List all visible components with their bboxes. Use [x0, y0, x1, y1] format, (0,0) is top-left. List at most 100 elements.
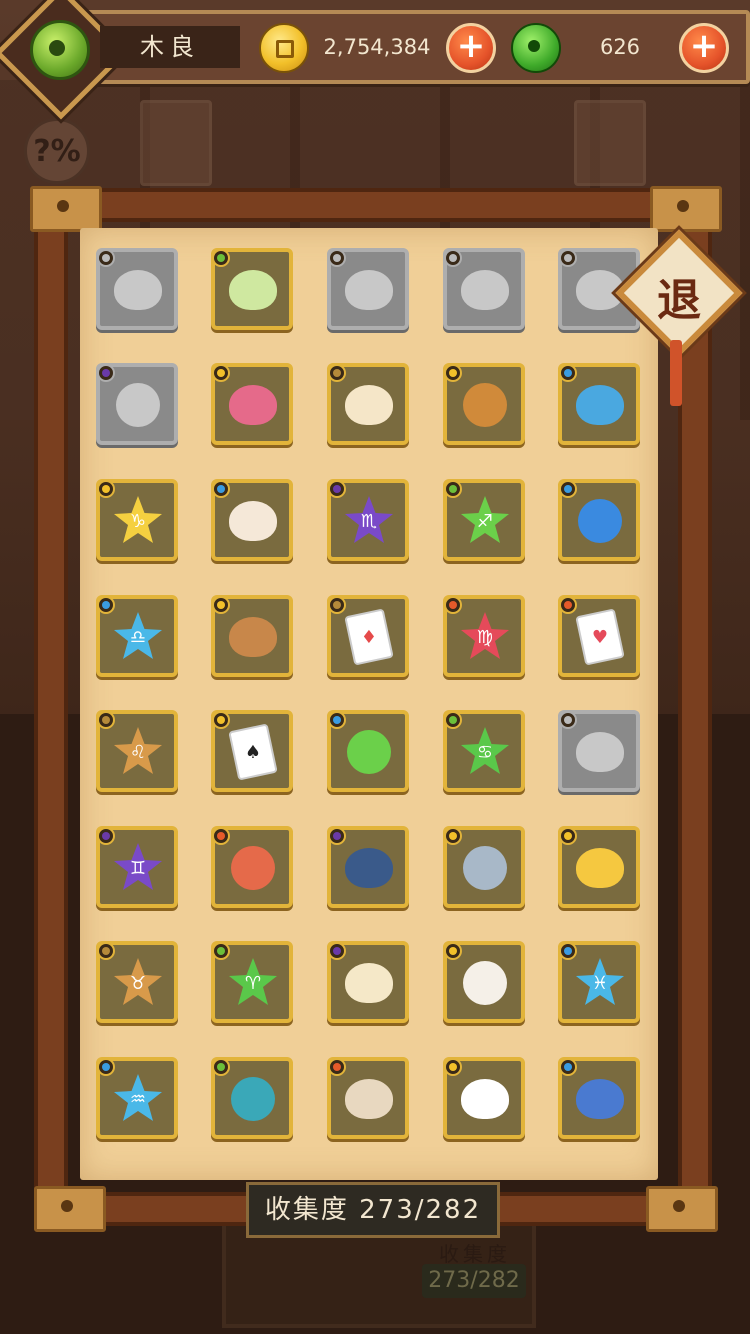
virgo-star-glyph: ♍: [476, 626, 494, 648]
collection-item-horn-spirit[interactable]: [443, 248, 525, 330]
capricorn-star-icon: ♑: [113, 496, 163, 546]
frame-corner-top-left: [30, 186, 102, 232]
collection-item-cookie-sign[interactable]: [443, 363, 525, 445]
collection-item-aquarius-star[interactable]: ♒: [96, 1057, 178, 1139]
shell-pearl-icon: [344, 1074, 394, 1124]
collection-item-virgo-star[interactable]: ♍: [443, 595, 525, 677]
dark-element-icon: [328, 827, 346, 845]
collection-item-capricorn-star[interactable]: ♑: [96, 479, 178, 561]
tofu-block-icon: [344, 958, 394, 1008]
metal-element-icon: [559, 827, 577, 845]
gold-ingot-icon: [575, 843, 625, 893]
collection-item-leo-star[interactable]: ♌: [96, 710, 178, 792]
neutral-element-icon: [328, 249, 346, 267]
jade-count: 626: [599, 35, 641, 59]
collection-item-cancer-star[interactable]: ♋: [443, 710, 525, 792]
collection-item-stone-mask[interactable]: [96, 363, 178, 445]
water-element-icon: [97, 596, 115, 614]
gemini-star-icon: ♊: [113, 843, 163, 893]
scholar-boy-icon: [344, 843, 394, 893]
collection-item-heart-card[interactable]: ♥: [558, 595, 640, 677]
astronaut-kid-icon: [460, 843, 510, 893]
collection-item-diamond-card[interactable]: ♦: [327, 595, 409, 677]
collection-item-cow-cat[interactable]: [327, 363, 409, 445]
cow-cat-icon: [344, 380, 394, 430]
libra-star-glyph: ♎: [129, 626, 147, 648]
sagittarius-star-glyph: ♐: [476, 510, 494, 532]
rose-flower-icon: [228, 380, 278, 430]
collection-item-rabbit-spirit[interactable]: [327, 248, 409, 330]
cancer-star-glyph: ♋: [476, 741, 494, 763]
water-element-icon: [559, 364, 577, 382]
collection-item-lotus-spirit[interactable]: [211, 248, 293, 330]
collection-item-rose-flower[interactable]: [211, 363, 293, 445]
jade-currency-icon: [511, 23, 561, 73]
blue-dragon-icon: [575, 380, 625, 430]
collection-item-libra-star[interactable]: ♎: [96, 595, 178, 677]
cancer-star-icon: ♋: [460, 727, 510, 777]
frame-corner-bottom-right: [646, 1186, 718, 1232]
dark-element-icon: [328, 942, 346, 960]
diamond-card-glyph: ♦: [360, 626, 378, 648]
metal-element-icon: [444, 827, 462, 845]
collection-item-scorpio-star[interactable]: ♏: [327, 479, 409, 561]
gold-count: 2,754,384: [323, 35, 431, 59]
collection-item-gemini-star[interactable]: ♊: [96, 826, 178, 908]
collection-item-red-drum[interactable]: [211, 826, 293, 908]
water-element-icon: [212, 480, 230, 498]
sagittarius-star-icon: ♐: [460, 496, 510, 546]
exit-button[interactable]: 退: [615, 229, 743, 357]
collection-item-flower-spirit[interactable]: [96, 248, 178, 330]
fire-element-icon: [444, 596, 462, 614]
collection-item-hanging-charm[interactable]: [558, 710, 640, 792]
metal-element-icon: [444, 364, 462, 382]
collection-item-aries-star[interactable]: ♈: [211, 941, 293, 1023]
background-collection-count: 273/282: [422, 1264, 526, 1298]
hanging-charm-icon: [575, 727, 625, 777]
collection-item-sagittarius-star[interactable]: ♐: [443, 479, 525, 561]
wood-element-icon: [212, 1058, 230, 1076]
collection-item-cloud-book[interactable]: [443, 1057, 525, 1139]
chicken-icon: [228, 496, 278, 546]
help-icon[interactable]: ?%: [24, 118, 90, 184]
snowman-icon: [460, 958, 510, 1008]
wood-element-icon: [444, 480, 462, 498]
jade-ring-icon: [49, 40, 65, 56]
rabbit-spirit-icon: [344, 265, 394, 315]
virgo-star-icon: ♍: [460, 612, 510, 662]
water-element-icon: [328, 711, 346, 729]
horn-spirit-icon: [460, 265, 510, 315]
collection-item-snowman[interactable]: [443, 941, 525, 1023]
aquarius-star-glyph: ♒: [129, 1088, 147, 1110]
aries-star-glyph: ♈: [244, 972, 262, 994]
metal-element-icon: [212, 364, 230, 382]
collection-item-acorn-cat[interactable]: [211, 595, 293, 677]
metal-element-icon: [444, 1058, 462, 1076]
acorn-cat-icon: [228, 612, 278, 662]
water-orb-icon: [575, 496, 625, 546]
add-jade-button[interactable]: +: [679, 23, 729, 73]
collection-item-spade-card[interactable]: ♠: [211, 710, 293, 792]
collection-item-gold-ingot[interactable]: [558, 826, 640, 908]
scorpio-star-icon: ♏: [344, 496, 394, 546]
add-gold-button[interactable]: +: [446, 23, 496, 73]
collection-item-winter-kid[interactable]: [558, 1057, 640, 1139]
collection-item-scholar-boy[interactable]: [327, 826, 409, 908]
background-collection-label: 收集度: [439, 1242, 511, 1266]
diamond-card-icon: ♦: [344, 608, 394, 666]
player-name: 木良: [100, 26, 240, 68]
collection-item-water-orb[interactable]: [558, 479, 640, 561]
collection-item-astronaut-kid[interactable]: [443, 826, 525, 908]
collection-item-jade-ring[interactable]: [327, 710, 409, 792]
pisces-star-glyph: ♓: [591, 972, 609, 994]
collection-item-chicken[interactable]: [211, 479, 293, 561]
collection-item-shell-pearl[interactable]: [327, 1057, 409, 1139]
collection-item-tofu-block[interactable]: [327, 941, 409, 1023]
neutral-element-icon: [559, 249, 577, 267]
collection-item-pisces-star[interactable]: ♓: [558, 941, 640, 1023]
collection-item-blue-dragon[interactable]: [558, 363, 640, 445]
dark-element-icon: [328, 480, 346, 498]
dark-element-icon: [97, 827, 115, 845]
collection-item-planet-spirit[interactable]: [211, 1057, 293, 1139]
collection-item-taurus-star[interactable]: ♉: [96, 941, 178, 1023]
